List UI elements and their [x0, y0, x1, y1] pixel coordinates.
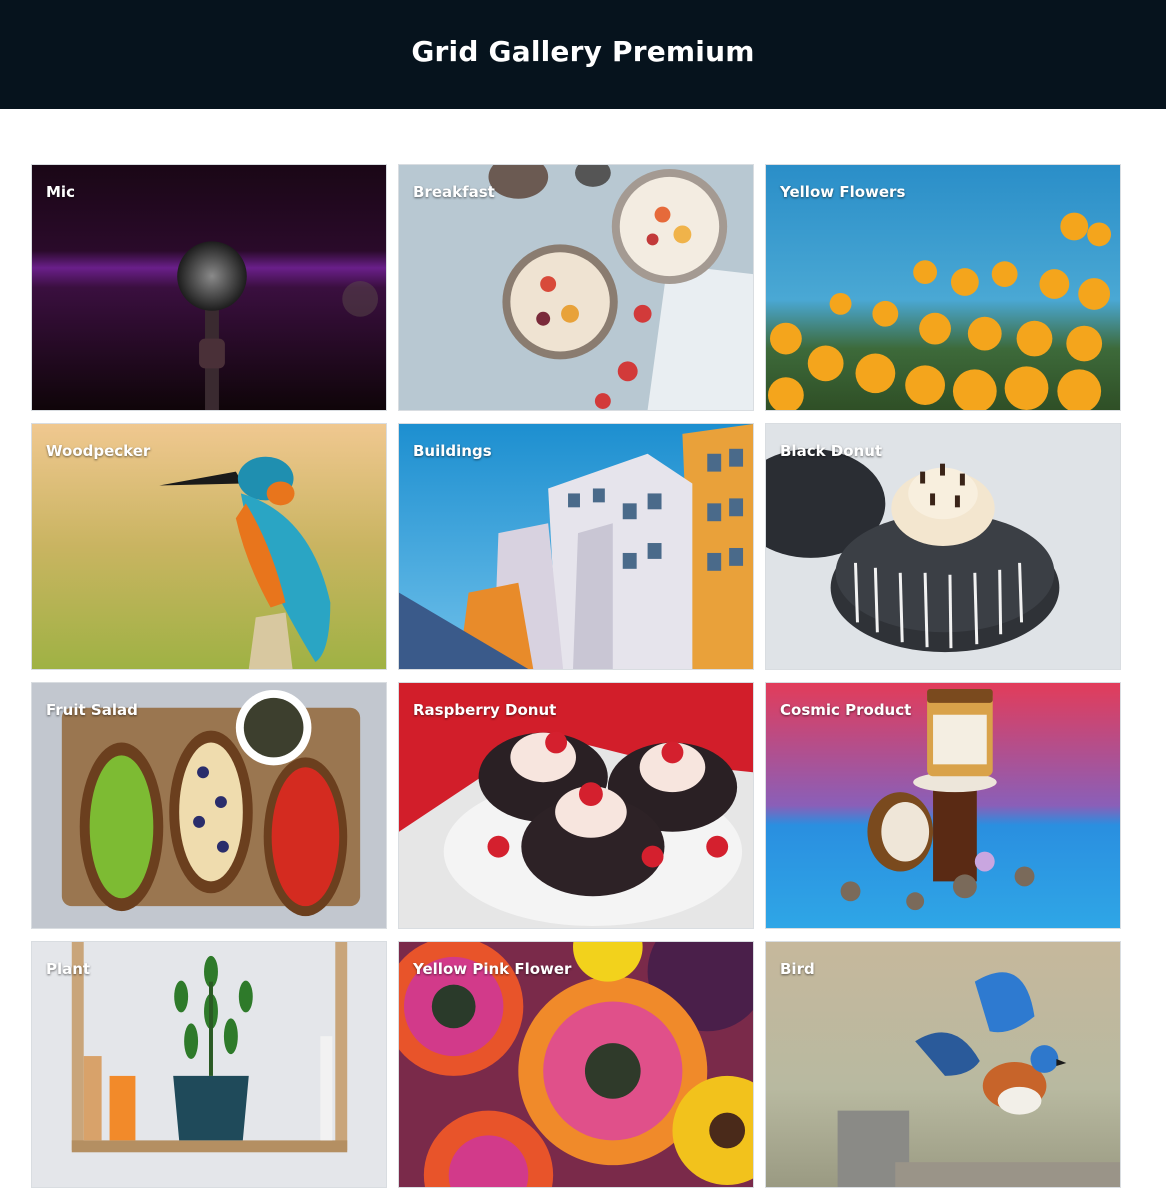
gallery-item-buildings[interactable]: Buildings [398, 423, 754, 670]
page-title: Grid Gallery Premium [411, 35, 755, 68]
black-donut-image [766, 424, 1120, 669]
gallery-item-label: Plant [46, 960, 91, 978]
gallery-grid: Mic Breakfast Yellow Flowers Woodpecker … [31, 164, 1121, 1188]
gallery-item-cosmic-product[interactable]: Cosmic Product [765, 682, 1121, 929]
gallery-item-label: Yellow Pink Flower [413, 960, 572, 978]
yellow-flowers-image [766, 165, 1120, 410]
gallery-item-raspberry-donut[interactable]: Raspberry Donut [398, 682, 754, 929]
gallery-item-label: Black Donut [780, 442, 883, 460]
breakfast-image [399, 165, 753, 410]
raspberry-donut-image [399, 683, 753, 928]
gallery-item-label: Breakfast [413, 183, 495, 201]
gallery-item-fruit-salad[interactable]: Fruit Salad [31, 682, 387, 929]
plant-image [32, 942, 386, 1187]
microphone-image [32, 165, 386, 410]
gallery-item-plant[interactable]: Plant [31, 941, 387, 1188]
gallery-item-label: Yellow Flowers [780, 183, 906, 201]
gallery-item-label: Cosmic Product [780, 701, 912, 719]
buildings-image [399, 424, 753, 669]
gallery-item-woodpecker[interactable]: Woodpecker [31, 423, 387, 670]
gallery-item-label: Bird [780, 960, 815, 978]
gallery-item-label: Woodpecker [46, 442, 151, 460]
gallery-item-mic[interactable]: Mic [31, 164, 387, 411]
gallery-item-breakfast[interactable]: Breakfast [398, 164, 754, 411]
gallery-item-yellow-flowers[interactable]: Yellow Flowers [765, 164, 1121, 411]
bird-image [766, 942, 1120, 1187]
gallery-item-label: Fruit Salad [46, 701, 138, 719]
gallery-item-label: Raspberry Donut [413, 701, 557, 719]
woodpecker-image [32, 424, 386, 669]
gallery-item-yellow-pink-flower[interactable]: Yellow Pink Flower [398, 941, 754, 1188]
yellow-pink-flower-image [399, 942, 753, 1187]
page-header: Grid Gallery Premium [0, 0, 1166, 109]
gallery-item-black-donut[interactable]: Black Donut [765, 423, 1121, 670]
cosmic-product-image [766, 683, 1120, 928]
fruit-salad-image [32, 683, 386, 928]
gallery-item-bird[interactable]: Bird [765, 941, 1121, 1188]
gallery-item-label: Mic [46, 183, 75, 201]
gallery-item-label: Buildings [413, 442, 492, 460]
